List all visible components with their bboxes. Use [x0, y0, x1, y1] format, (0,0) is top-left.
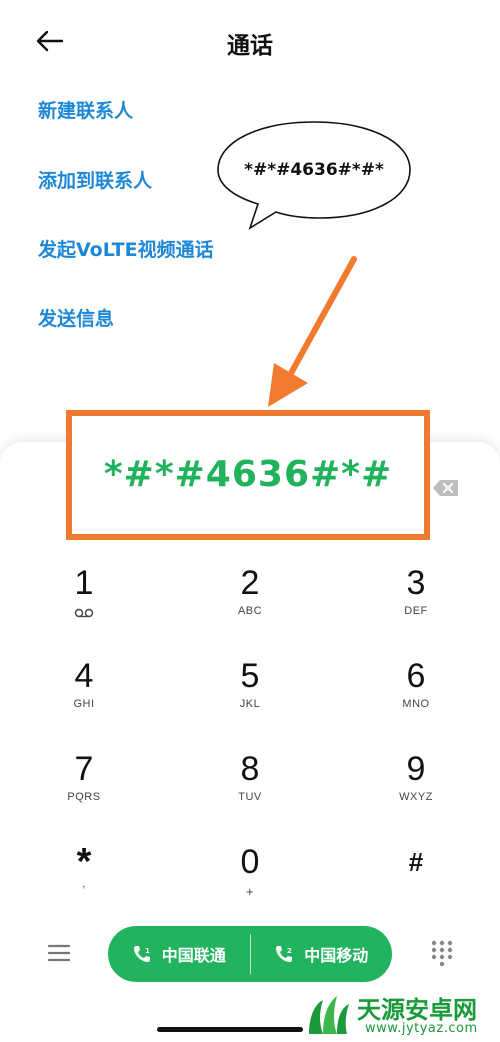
key-digit: * — [76, 841, 92, 883]
callout-text: *#*#4636#*#* — [244, 160, 384, 180]
phone-sim1-icon: 1 — [133, 946, 150, 962]
watermark-name: 天源安卓网 — [357, 996, 477, 1024]
svg-text:1: 1 — [145, 947, 150, 955]
sim1-label: 中国联通 — [161, 946, 226, 965]
watermark-logo-icon — [309, 996, 349, 1034]
key-digit: # — [408, 847, 424, 877]
page-title: 通话 — [227, 33, 273, 59]
key-digit: 9 — [406, 750, 426, 788]
bottom-bar: 1 中国联通 2 中国移动 — [0, 924, 500, 984]
key-letters: TUV — [238, 791, 262, 803]
watermark-url: www.jytyaz.com — [365, 1021, 478, 1036]
key-letters: + — [245, 884, 255, 899]
number-highlight-box: *#*#4636#*# — [66, 410, 430, 540]
key-letters: ABC — [237, 605, 263, 617]
key-2[interactable]: 2 ABC — [180, 563, 320, 643]
sim2-label: 中国移动 — [304, 946, 369, 965]
key-hash[interactable]: # — [346, 842, 486, 922]
key-7[interactable]: 7 PQRS — [14, 749, 154, 829]
call-sim2-button[interactable]: 2 中国移动 — [251, 926, 393, 982]
volte-video-call-link[interactable]: 发起VoLTE视频通话 — [38, 235, 214, 262]
new-contact-link[interactable]: 新建联系人 — [38, 96, 133, 123]
key-star[interactable]: * , — [14, 842, 154, 922]
key-9[interactable]: 9 WXYZ — [346, 749, 486, 829]
key-digit: 4 — [74, 657, 94, 695]
key-1[interactable]: 1 — [14, 563, 154, 643]
key-8[interactable]: 8 TUV — [180, 749, 320, 829]
header: 通话 — [0, 0, 500, 82]
dialed-number: *#*#4636#*# — [103, 454, 393, 495]
call-button-group: 1 中国联通 2 中国移动 — [108, 926, 392, 982]
key-letters: WXYZ — [399, 791, 433, 803]
voicemail-icon — [74, 608, 94, 618]
key-0[interactable]: 0 + — [180, 842, 320, 922]
key-digit: 7 — [74, 750, 94, 788]
call-sim1-button[interactable]: 1 中国联通 — [108, 926, 250, 982]
key-letters: PQRS — [67, 791, 101, 803]
key-digit: 5 — [240, 657, 260, 695]
home-indicator[interactable] — [157, 1027, 303, 1032]
svg-text:2: 2 — [287, 947, 292, 955]
watermark: 天源安卓网 www.jytyaz.com — [305, 990, 500, 1040]
phone-sim2-icon: 2 — [276, 946, 293, 962]
key-3[interactable]: 3 DEF — [346, 563, 486, 643]
key-digit: 3 — [406, 564, 426, 602]
send-message-link[interactable]: 发送信息 — [38, 304, 114, 331]
key-digit: 8 — [240, 750, 260, 788]
key-letters: DEF — [404, 605, 428, 617]
key-4[interactable]: 4 GHI — [14, 656, 154, 736]
key-6[interactable]: 6 MNO — [346, 656, 486, 736]
key-digit: 1 — [74, 564, 94, 602]
key-letters: , — [82, 878, 86, 890]
key-letters: MNO — [402, 698, 430, 710]
annotation-arrow-icon — [268, 256, 357, 407]
key-digit: 0 — [240, 843, 260, 881]
key-digit: 2 — [240, 564, 260, 602]
add-to-contact-link[interactable]: 添加到联系人 — [38, 166, 152, 193]
menu-icon[interactable] — [46, 942, 72, 964]
key-letters: GHI — [73, 698, 95, 710]
keypad-grid-icon[interactable] — [430, 940, 454, 966]
backspace-icon[interactable] — [432, 478, 460, 498]
key-digit: 6 — [406, 657, 426, 695]
key-letters: JKL — [239, 698, 261, 710]
key-5[interactable]: 5 JKL — [180, 656, 320, 736]
